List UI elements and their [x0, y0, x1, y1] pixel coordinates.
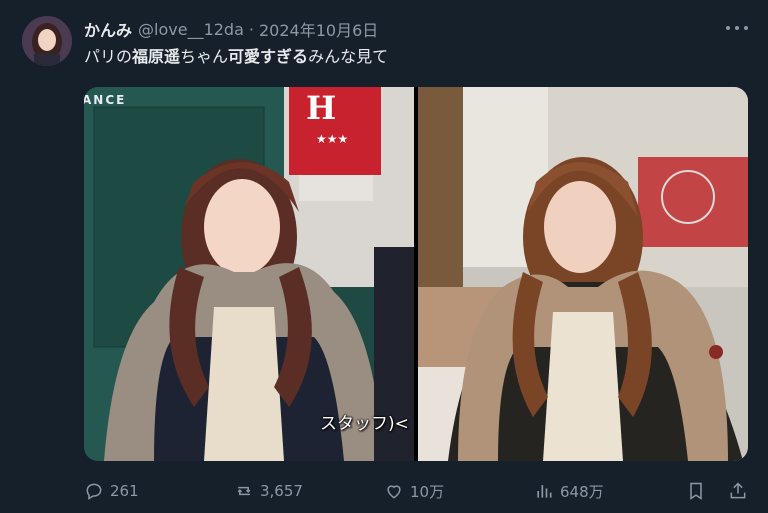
tweet-text-part: みんな見て: [308, 47, 389, 66]
views-icon: [537, 485, 552, 498]
retweet-count: 3,657: [260, 482, 303, 500]
separator: ·: [248, 19, 254, 39]
reply-button[interactable]: 261: [84, 481, 234, 501]
avatar-photo: [22, 16, 72, 66]
share-button[interactable]: [728, 481, 748, 501]
views-count: 648万: [560, 482, 604, 501]
photo-corner-text: ANCE: [84, 93, 127, 107]
retweet-button[interactable]: 3,657: [234, 481, 384, 501]
avatar[interactable]: [22, 16, 72, 66]
sign-letter: H: [306, 89, 336, 127]
tweet-text-part: パリの: [84, 47, 133, 66]
like-icon: [387, 485, 401, 499]
tweet-text-bold: 可愛すぎる: [228, 47, 309, 66]
photo-subtitle: スタッフ)<: [320, 414, 409, 434]
tweet-header: かんみ @love__12da · 2024年10月6日: [84, 17, 748, 41]
media-photo-right[interactable]: [418, 87, 748, 461]
reply-count: 261: [110, 482, 139, 500]
tweet-date[interactable]: 2024年10月6日: [259, 17, 378, 41]
tweet-text-bold: 福原遥: [132, 47, 181, 66]
tweet-text: パリの福原遥ちゃん可愛すぎるみんな見て: [84, 46, 388, 68]
bookmark-icon: [690, 482, 702, 500]
more-icon[interactable]: [726, 20, 748, 36]
views-button[interactable]: 648万: [534, 481, 684, 502]
display-name[interactable]: かんみ: [84, 17, 132, 41]
action-bar: 261 3,657 10万 648万: [84, 478, 748, 504]
like-button[interactable]: 10万: [384, 481, 534, 502]
bookmark-button[interactable]: [686, 481, 706, 501]
tweet-text-part: ちゃん: [180, 47, 229, 66]
user-handle[interactable]: @love__12da: [138, 20, 244, 39]
media-photo-left[interactable]: H ★★★ ANCE スタッフ)<: [84, 87, 414, 461]
like-count: 10万: [410, 482, 445, 501]
svg-text:★★★: ★★★: [316, 132, 348, 146]
share-icon: [730, 482, 746, 499]
reply-icon: [86, 483, 102, 500]
tweet-media[interactable]: H ★★★ ANCE スタッフ)<: [84, 87, 748, 461]
retweet-icon: [237, 486, 251, 496]
